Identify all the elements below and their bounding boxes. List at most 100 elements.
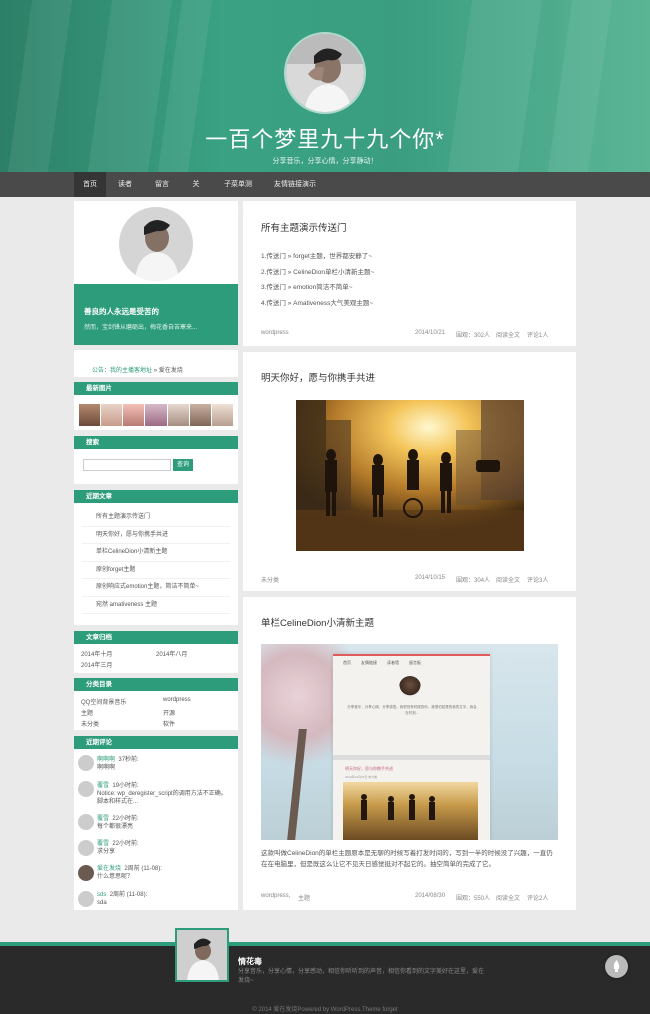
- thumbnail[interactable]: [145, 404, 167, 426]
- site-header: 一百个梦里九十九个你* 分享音乐，分享心情，分享静动！: [0, 0, 650, 172]
- list-item[interactable]: 单栏CelineDion小清新主题: [82, 544, 230, 562]
- commenter-avatar: [78, 865, 94, 881]
- post-preview-image[interactable]: 首页 友情链接 读者墙 留言板 分享音乐，分享心情，分享感悟。我很怕有时候的你，…: [261, 644, 558, 840]
- nav-item-home[interactable]: 首页: [74, 172, 106, 197]
- read-more-link[interactable]: 阅读全文: [496, 575, 520, 584]
- post-link[interactable]: 3.传送门 » emotion简洁不简单~: [261, 280, 374, 296]
- thumbnail[interactable]: [123, 404, 145, 426]
- category-link[interactable]: QQ空间背景音乐: [81, 697, 126, 706]
- comment-text[interactable]: 求分享: [97, 849, 115, 855]
- comment-author[interactable]: 覆雪: [97, 841, 109, 847]
- widget-title: 搜索: [74, 436, 238, 449]
- preview-avatar: [399, 676, 421, 698]
- post-card: 明天你好，愿与你携手共进 未分类 2014/10/15 围观：304人 阅读全文…: [243, 352, 576, 591]
- notice-link[interactable]: 我的主播客地址: [110, 368, 152, 374]
- preview-photo: [343, 782, 478, 840]
- comment-text[interactable]: 啊啊啊: [97, 765, 115, 771]
- preview-post-title: 明天你好，愿与你携手共进: [345, 766, 393, 771]
- recent-posts-widget: 近期文章 所有主题演示传送门 明天你好，愿与你携手共进 单栏CelineDion…: [74, 490, 238, 625]
- search-input[interactable]: [83, 459, 171, 471]
- category-link[interactable]: wordpress: [163, 697, 191, 703]
- site-avatar[interactable]: [284, 32, 366, 114]
- list-item[interactable]: 宛然 amativeness 主题: [82, 597, 230, 614]
- post-link[interactable]: 2.传送门 » CelineDion单栏小清新主题~: [261, 265, 374, 281]
- post-views: 围观：302人: [456, 333, 491, 339]
- list-item[interactable]: 原创forget主题: [82, 562, 230, 579]
- list-item[interactable]: 明天你好，愿与你携手共进: [82, 527, 230, 544]
- thumbnail[interactable]: [189, 404, 211, 426]
- category-link[interactable]: 主题: [81, 708, 93, 717]
- notice-suffix[interactable]: » 爱在发烧: [152, 368, 183, 374]
- category-link[interactable]: 开源: [163, 708, 175, 717]
- comment-time: 22小时前:: [112, 816, 139, 822]
- comment-time: 22小时前:: [112, 841, 139, 847]
- preview-nav: 首页 友情链接 读者墙 留言板: [343, 660, 483, 670]
- archive-link[interactable]: 2014年八月: [156, 649, 187, 658]
- comment-text[interactable]: 什么意思呢？: [97, 874, 133, 880]
- category-link[interactable]: 未分类: [81, 719, 99, 728]
- comment-text[interactable]: sda: [97, 900, 107, 906]
- theme-preview: 首页 友情链接 读者墙 留言板 分享音乐，分享心情，分享感悟。我很怕有时候的你，…: [333, 654, 490, 840]
- post-title[interactable]: 所有主题演示传送门: [261, 220, 347, 234]
- nav-item-links[interactable]: 友情链接演示: [266, 172, 324, 197]
- post-photo[interactable]: [296, 400, 524, 551]
- post-comments[interactable]: 评论3人: [527, 575, 548, 584]
- nav-item-readers[interactable]: 读者墙: [108, 172, 142, 213]
- widget-title: 最新图片: [74, 382, 238, 395]
- comment-author[interactable]: 覆雪: [97, 816, 109, 822]
- post-category[interactable]: 未分类: [261, 575, 279, 584]
- read-more-link[interactable]: 阅读全文: [496, 330, 520, 339]
- profile-bio: 然而，宝剑锋从磨砺出，梅花香自苦寒来...: [84, 325, 198, 331]
- archive-link[interactable]: 2014年十月: [81, 649, 112, 658]
- post-title[interactable]: 明天你好，愿与你携手共进: [261, 370, 375, 384]
- recent-posts-list: 所有主题演示传送门 明天你好，愿与你携手共进 单栏CelineDion小清新主题…: [74, 503, 238, 614]
- archives-widget: 文章归档 2014年十月 2014年八月 2014年三月: [74, 631, 238, 673]
- categories-widget: 分类目录 QQ空间背景音乐 wordpress 主题 开源 未分类 软件: [74, 678, 238, 730]
- post-category[interactable]: wordpress,: [261, 893, 290, 899]
- back-to-top-button[interactable]: [605, 955, 628, 978]
- post-date: 2014/10/15: [415, 575, 446, 581]
- post-link[interactable]: 4.传送门 » Amativeness大气美观主题~: [261, 296, 374, 312]
- thumbnail[interactable]: [101, 404, 123, 426]
- preview-text: 分享音乐，分享心情，分享感悟。我很怕有时候的你，我很怕若是的我的文字，我会在时刻…: [347, 705, 477, 715]
- comment-text[interactable]: 每个都很漂亮: [97, 824, 133, 830]
- site-subtitle: 分享音乐，分享心情，分享静动！: [272, 158, 378, 165]
- preview-nav-item: 友情链接: [361, 660, 377, 665]
- profile-avatar[interactable]: [119, 207, 193, 281]
- post-views: 围观：304人: [456, 578, 491, 584]
- search-button[interactable]: 查询: [173, 459, 193, 471]
- comment-text[interactable]: Notice: wp_deregister_script的调用方法不正确。脚本和…: [97, 791, 227, 805]
- post-category[interactable]: 主题: [298, 893, 310, 902]
- comment-author[interactable]: sds: [97, 892, 106, 898]
- rocket-icon: [613, 960, 620, 972]
- list-item[interactable]: 所有主题演示传送门: [82, 509, 230, 527]
- commenter-avatar: [78, 891, 94, 907]
- category-link[interactable]: 软件: [163, 719, 175, 728]
- post-comments[interactable]: 评论1人: [527, 330, 548, 339]
- profile-name: 善良的人永远是受苦的: [84, 307, 159, 316]
- nav-item-about[interactable]: 关于: [182, 172, 210, 213]
- post-link[interactable]: 1.传送门 » forget主题，世界都安静了~: [261, 249, 374, 265]
- comment-time: 19小时前:: [112, 783, 139, 789]
- comment-author[interactable]: 覆雪: [97, 783, 109, 789]
- widget-title: 分类目录: [74, 678, 238, 691]
- thumbnail[interactable]: [79, 404, 101, 426]
- comment-author[interactable]: 啊啊啊: [97, 757, 115, 763]
- post-card: 单栏CelineDion小清新主题 首页 友情链接 读者墙 留言板 分享音乐，分…: [243, 597, 576, 910]
- site-title[interactable]: 一百个梦里九十九个你*: [0, 122, 650, 154]
- read-more-link[interactable]: 阅读全文: [496, 893, 520, 902]
- post-title[interactable]: 单栏CelineDion小清新主题: [261, 615, 374, 629]
- widget-title: 近期评论: [74, 736, 238, 749]
- footer-avatar[interactable]: [175, 928, 229, 982]
- post-comments[interactable]: 评论2人: [527, 893, 548, 902]
- nav-item-submenu[interactable]: 子菜单测试: [214, 172, 262, 213]
- thumbnail[interactable]: [167, 404, 189, 426]
- post-excerpt: 这款叫做CelineDion的单栏主题原本是无聊的时候写着打发时间的，写到一半的…: [261, 850, 553, 868]
- list-item[interactable]: 原创响应式emotion主题，简洁不简单~: [82, 579, 230, 597]
- post-category[interactable]: wordpress: [261, 330, 289, 336]
- archive-link[interactable]: 2014年三月: [81, 660, 112, 669]
- thumbnail[interactable]: [211, 404, 233, 426]
- nav-item-guestbook[interactable]: 留言板: [145, 172, 179, 213]
- footer-name: 情花毒: [238, 957, 262, 966]
- comment-author[interactable]: 爱在发烧: [97, 866, 121, 872]
